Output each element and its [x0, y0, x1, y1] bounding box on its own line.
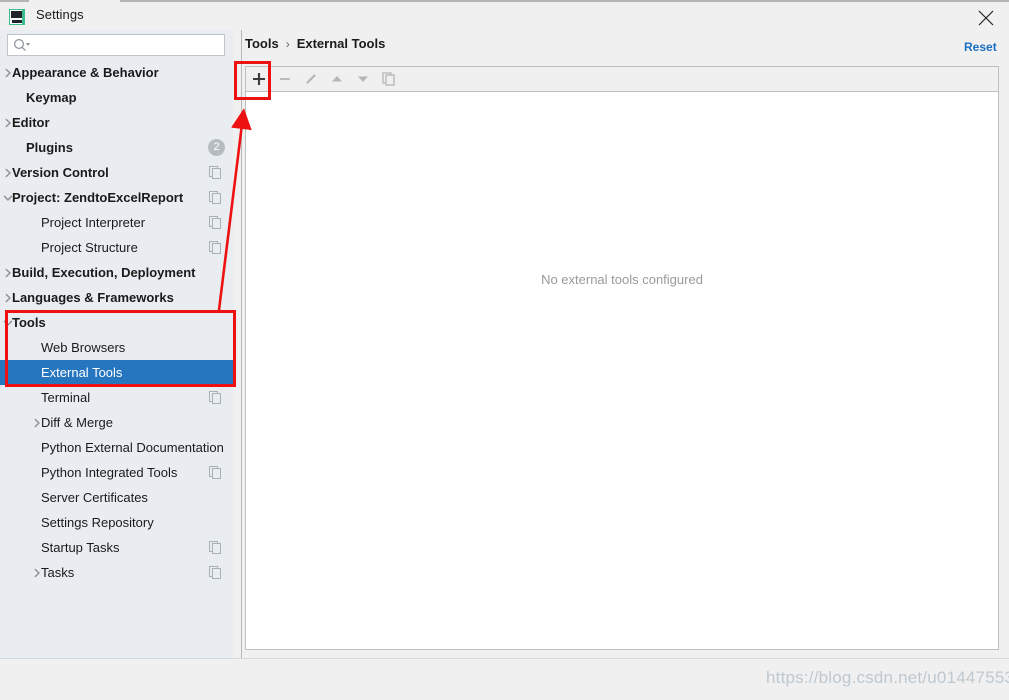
search-icon — [13, 38, 31, 53]
chevron-right-icon[interactable] — [31, 417, 43, 429]
reset-link[interactable]: Reset — [964, 40, 997, 54]
copy-icon — [209, 466, 222, 482]
sidebar-item-label: Editor — [12, 115, 50, 130]
copy-icon — [209, 541, 222, 557]
sidebar-item-settings-repository[interactable]: Settings Repository — [0, 510, 233, 535]
breadcrumb: Tools › External Tools — [245, 36, 385, 51]
breadcrumb-parent[interactable]: Tools — [245, 36, 279, 51]
sidebar-item-label: Plugins — [26, 140, 73, 155]
sidebar-item-label: Settings Repository — [41, 515, 154, 530]
sidebar-item-label: Diff & Merge — [41, 415, 114, 430]
sidebar-item-label: Tools — [12, 315, 46, 330]
chevron-right-icon[interactable] — [2, 267, 14, 279]
external-tools-toolbar — [245, 66, 999, 92]
sidebar-item-label: Server Certificates — [41, 490, 148, 505]
pycharm-icon — [9, 9, 25, 25]
sidebar-item-label: Project Interpreter — [41, 215, 146, 230]
sidebar-item-web-browsers[interactable]: Web Browsers — [0, 335, 233, 360]
sidebar-item-label: Languages & Frameworks — [12, 290, 174, 305]
sidebar-item-server-certificates[interactable]: Server Certificates — [0, 485, 233, 510]
chevron-right-icon[interactable] — [2, 67, 14, 79]
sidebar-item-label: Keymap — [26, 90, 77, 105]
sidebar-item-version-control[interactable]: Version Control — [0, 160, 233, 185]
sidebar-item-tasks[interactable]: Tasks — [0, 560, 233, 585]
remove-button — [272, 67, 298, 91]
move-down-button — [350, 67, 376, 91]
copy-icon — [209, 191, 222, 207]
copy-icon — [209, 391, 222, 407]
breadcrumb-separator-icon: › — [285, 36, 290, 51]
sidebar-item-terminal[interactable]: Terminal — [0, 385, 233, 410]
title-bar: Settings — [0, 2, 1009, 30]
arrow-down-icon — [355, 71, 371, 87]
sidebar-item-label: Python External Documentation — [41, 440, 224, 455]
settings-dialog: Settings Appearance & Behavior Keymap Edit… — [0, 0, 1009, 700]
sidebar-item-keymap[interactable]: Keymap — [0, 85, 233, 110]
pencil-icon — [303, 71, 319, 87]
sidebar-item-label: Project: ZendtoExcelReport — [12, 190, 184, 205]
copy-icon — [209, 216, 222, 232]
external-tools-list-pane[interactable]: No external tools configured — [245, 92, 999, 650]
minus-icon — [277, 71, 293, 87]
plugins-update-badge: 2 — [208, 139, 225, 156]
chevron-right-icon[interactable] — [31, 567, 43, 579]
sidebar-item-diff-merge[interactable]: Diff & Merge — [0, 410, 233, 435]
sidebar-item-languages-frameworks[interactable]: Languages & Frameworks — [0, 285, 233, 310]
sidebar-item-label: Appearance & Behavior — [12, 65, 159, 80]
settings-tree[interactable]: Appearance & Behavior Keymap Editor Plugins… — [0, 60, 233, 620]
sidebar-item-plugins[interactable]: Plugins 2 — [0, 135, 233, 160]
footer-bar: ? OK Cancel Apply — [0, 659, 1009, 700]
chevron-down-icon[interactable] — [2, 317, 14, 329]
copy-icon — [209, 166, 222, 182]
chevron-right-icon[interactable] — [2, 292, 14, 304]
copy-icon — [381, 71, 397, 87]
sidebar-item-external-tools[interactable]: External Tools — [0, 360, 233, 385]
sidebar-item-project-structure[interactable]: Project Structure — [0, 235, 233, 260]
copy-icon — [209, 566, 222, 582]
search-input[interactable] — [34, 35, 224, 57]
sidebar-item-label: Project Structure — [41, 240, 138, 255]
sidebar-item-project-interpreter[interactable]: Project Interpreter — [0, 210, 233, 235]
chevron-down-icon[interactable] — [2, 192, 14, 204]
empty-state-message: No external tools configured — [541, 272, 703, 287]
sidebar-item-label: Terminal — [41, 390, 91, 405]
sidebar-item-label: Tasks — [41, 565, 75, 580]
sidebar-gutter — [233, 30, 241, 658]
window-title: Settings — [36, 7, 84, 22]
breadcrumb-current: External Tools — [296, 36, 386, 51]
sidebar-item-editor[interactable]: Editor — [0, 110, 233, 135]
arrow-up-icon — [329, 71, 345, 87]
copy-icon — [209, 241, 222, 257]
sidebar-item-tools[interactable]: Tools — [0, 310, 233, 335]
sidebar-item-label: Version Control — [12, 165, 109, 180]
sidebar-item-python-external-documentation[interactable]: Python External Documentation — [0, 435, 233, 460]
sidebar-item-label: Build, Execution, Deployment — [12, 265, 196, 280]
chevron-right-icon[interactable] — [2, 117, 14, 129]
sidebar-item-label: Startup Tasks — [41, 540, 120, 555]
move-up-button — [324, 67, 350, 91]
sidebar-item-label: Python Integrated Tools — [41, 465, 178, 480]
edit-button — [298, 67, 324, 91]
plus-icon — [251, 71, 267, 87]
copy-button — [376, 67, 402, 91]
sidebar-item-python-integrated-tools[interactable]: Python Integrated Tools — [0, 460, 233, 485]
sidebar-item-label: Web Browsers — [41, 340, 126, 355]
sidebar-item-label: External Tools — [41, 365, 123, 380]
search-field[interactable] — [7, 34, 225, 57]
add-button[interactable] — [246, 67, 272, 91]
sidebar-divider — [241, 30, 242, 658]
sidebar-item-appearance-behavior[interactable]: Appearance & Behavior — [0, 60, 233, 85]
sidebar-item-startup-tasks[interactable]: Startup Tasks — [0, 535, 233, 560]
chevron-right-icon[interactable] — [2, 167, 14, 179]
sidebar-item-project-zendtoexcelreport[interactable]: Project: ZendtoExcelReport — [0, 185, 233, 210]
close-icon[interactable] — [963, 2, 1009, 32]
sidebar-item-build-execution-deployment[interactable]: Build, Execution, Deployment — [0, 260, 233, 285]
